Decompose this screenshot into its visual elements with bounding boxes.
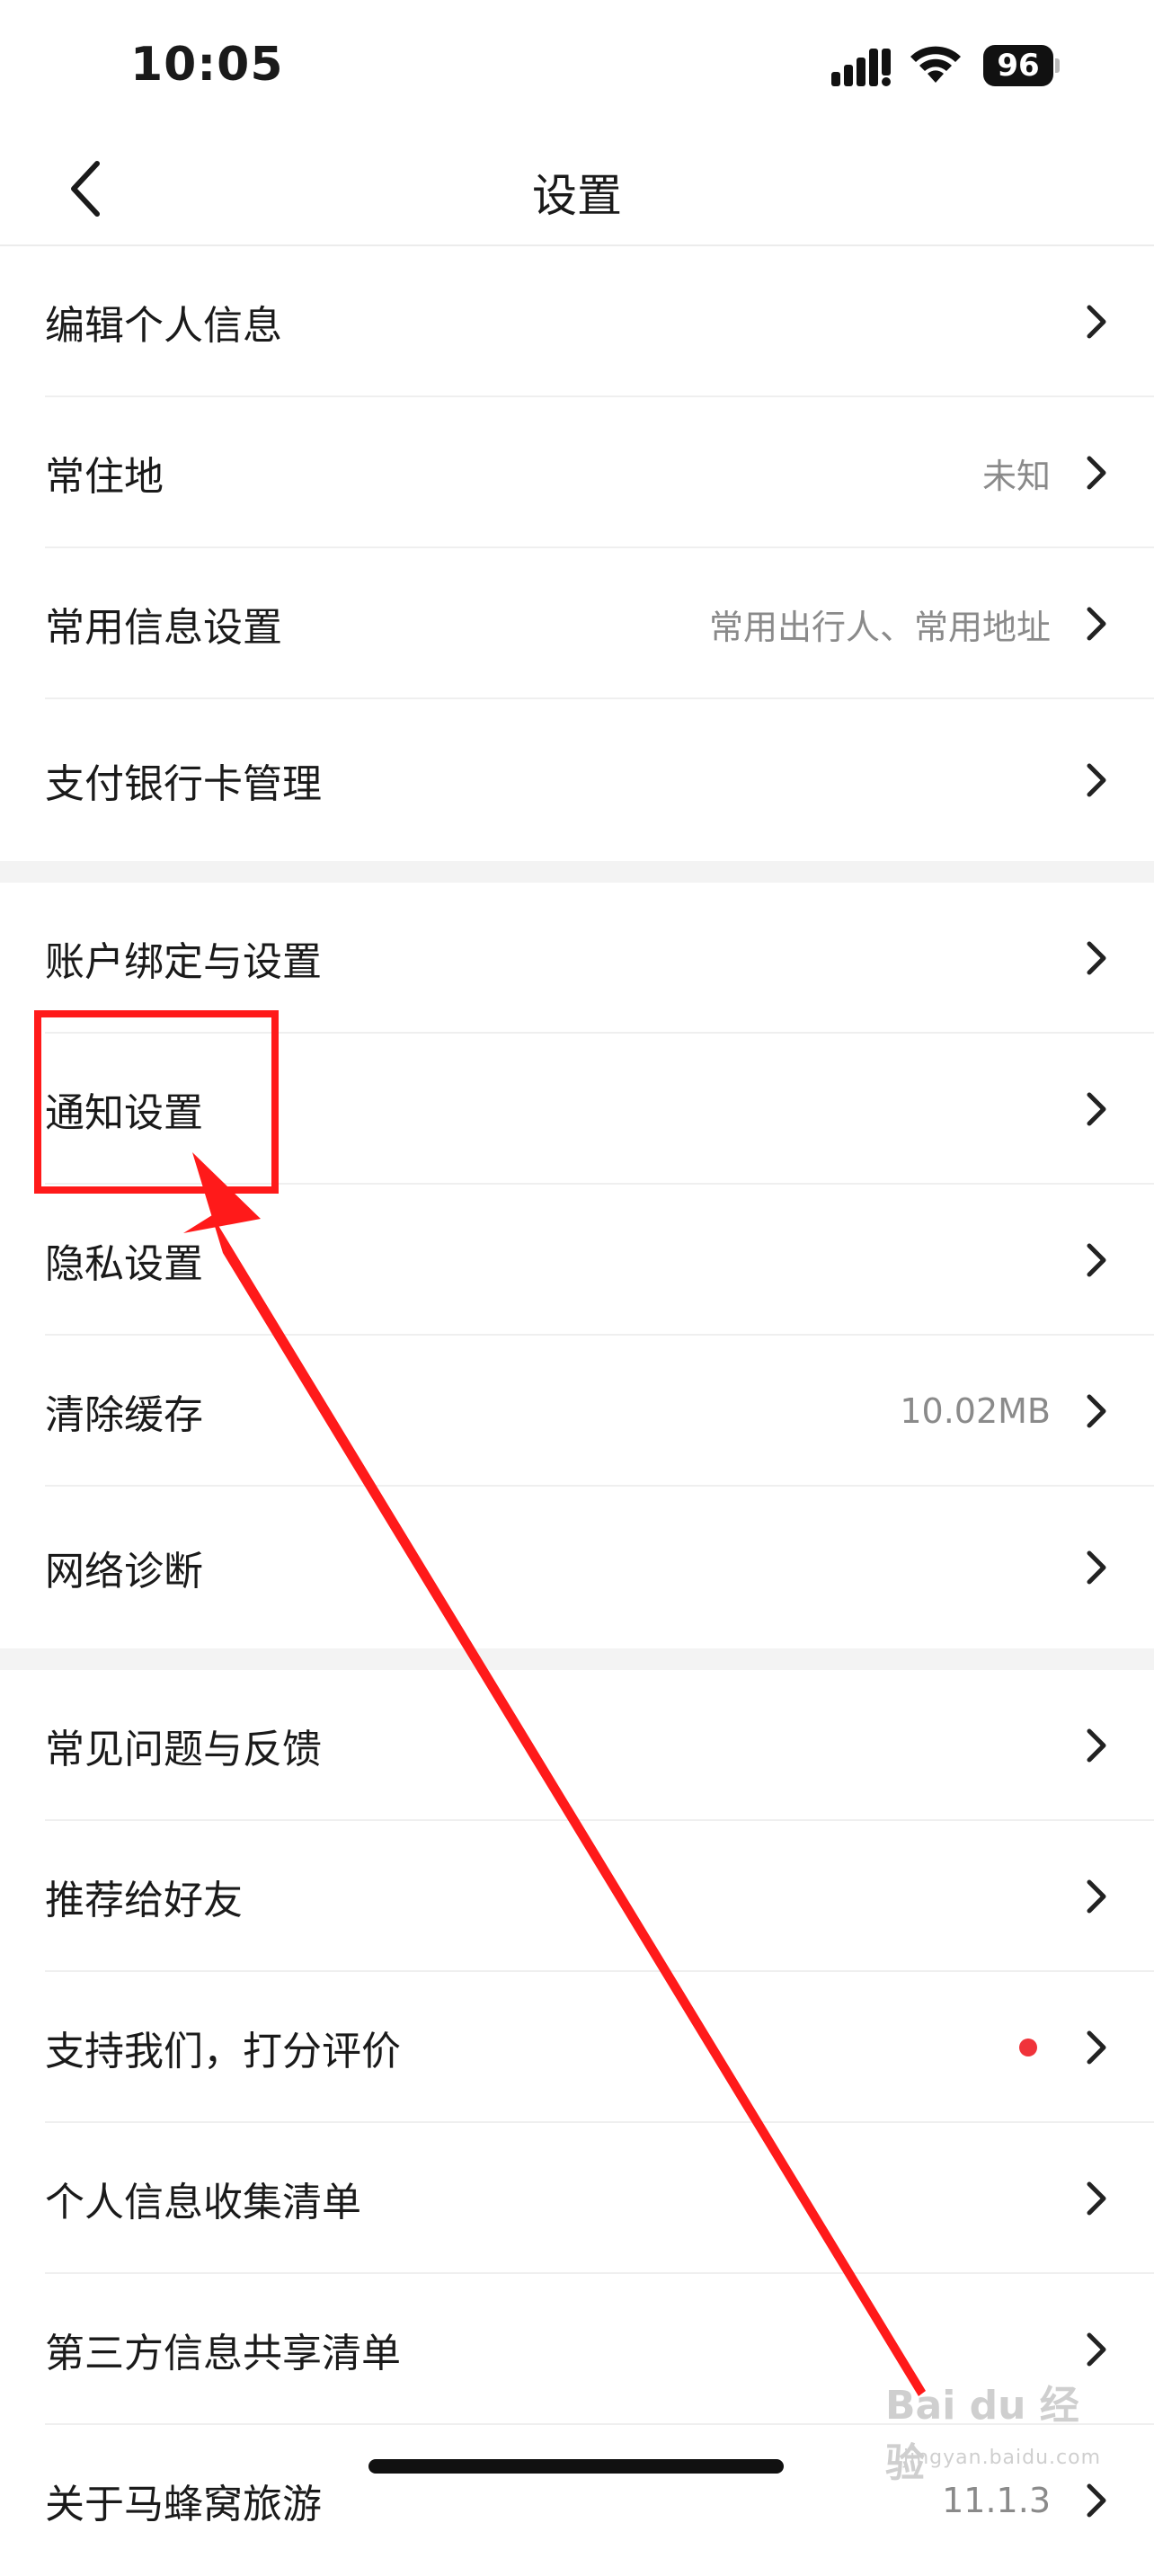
settings-item-label: 关于马蜂窝旅游	[45, 2482, 322, 2527]
settings-item-label: 账户绑定与设置	[45, 939, 322, 985]
page-title: 设置	[532, 170, 622, 222]
settings-item-edit-profile[interactable]: 编辑个人信息	[0, 246, 1154, 397]
settings-item-label: 第三方信息共享清单	[45, 2331, 401, 2376]
settings-item-recommend-friends[interactable]: 推荐给好友	[0, 1821, 1154, 1972]
settings-item-privacy[interactable]: 隐私设置	[0, 1185, 1154, 1336]
baidu-watermark: Bai du 经验	[885, 2383, 1079, 2486]
chevron-right-icon	[1087, 2483, 1106, 2518]
chevron-right-icon	[1087, 1879, 1106, 1914]
settings-item-rate-us[interactable]: 支持我们，打分评价	[0, 1972, 1154, 2123]
battery-tip	[1055, 58, 1060, 73]
chevron-right-icon	[1087, 763, 1106, 797]
settings-list: 编辑个人信息 常住地 未知 常用信息设置 常用出行人、常用地址 支付银行卡管理 …	[0, 246, 1154, 2576]
wifi-icon	[910, 46, 961, 83]
home-indicator[interactable]	[368, 2459, 784, 2474]
settings-item-value: 常用出行人、常用地址	[708, 607, 1051, 647]
status-time: 10:05	[130, 38, 284, 92]
settings-item-label: 推荐给好友	[45, 1878, 243, 1923]
chevron-right-icon	[1087, 456, 1106, 490]
chevron-right-icon	[1087, 2181, 1106, 2216]
settings-item-bank-cards[interactable]: 支付银行卡管理	[0, 699, 1154, 861]
settings-item-network-diagnosis[interactable]: 网络诊断	[0, 1487, 1154, 1648]
chevron-right-icon	[1087, 305, 1106, 339]
settings-item-residence[interactable]: 常住地 未知	[0, 397, 1154, 548]
settings-item-personal-info-list[interactable]: 个人信息收集清单	[0, 2123, 1154, 2274]
settings-item-clear-cache[interactable]: 清除缓存 10.02MB	[0, 1336, 1154, 1487]
navigation-bar: 设置	[0, 135, 1154, 246]
chevron-right-icon	[1087, 1550, 1106, 1585]
settings-item-label: 清除缓存	[45, 1392, 203, 1438]
settings-item-label: 编辑个人信息	[45, 303, 282, 349]
settings-item-label: 常住地	[45, 454, 164, 500]
chevron-right-icon	[1087, 1394, 1106, 1428]
chevron-right-icon	[1087, 941, 1106, 975]
status-bar: 10:05 96	[0, 0, 1154, 135]
chevron-right-icon	[1087, 2030, 1106, 2065]
chevron-right-icon	[1087, 2332, 1106, 2367]
settings-item-label: 通知设置	[45, 1090, 203, 1136]
settings-item-value: 未知	[981, 456, 1051, 496]
section-divider	[0, 861, 1154, 883]
baidu-watermark-url: jingyan.baidu.com	[903, 2447, 1102, 2469]
chevron-right-icon	[1087, 1728, 1106, 1763]
settings-item-common-info[interactable]: 常用信息设置 常用出行人、常用地址	[0, 548, 1154, 699]
section-divider	[0, 1648, 1154, 1670]
chevron-right-icon	[1087, 1243, 1106, 1277]
settings-item-label: 常用信息设置	[45, 605, 282, 651]
settings-item-label: 支持我们，打分评价	[45, 2029, 401, 2074]
settings-item-label: 支付银行卡管理	[45, 761, 322, 807]
battery-icon: 96	[983, 45, 1060, 86]
chevron-right-icon	[1087, 607, 1106, 641]
battery-level: 96	[983, 45, 1053, 86]
settings-item-value: 10.02MB	[900, 1391, 1051, 1431]
signal-icon	[831, 49, 891, 86]
settings-item-label: 隐私设置	[45, 1241, 203, 1287]
settings-item-faq-feedback[interactable]: 常见问题与反馈	[0, 1670, 1154, 1821]
chevron-right-icon	[1087, 1092, 1106, 1126]
notification-dot	[1019, 2039, 1037, 2056]
settings-item-label: 网络诊断	[45, 1549, 203, 1594]
settings-item-label: 个人信息收集清单	[45, 2180, 361, 2225]
settings-item-label: 常见问题与反馈	[45, 1727, 322, 1772]
settings-item-account-binding[interactable]: 账户绑定与设置	[0, 883, 1154, 1034]
settings-item-notifications[interactable]: 通知设置	[0, 1034, 1154, 1185]
